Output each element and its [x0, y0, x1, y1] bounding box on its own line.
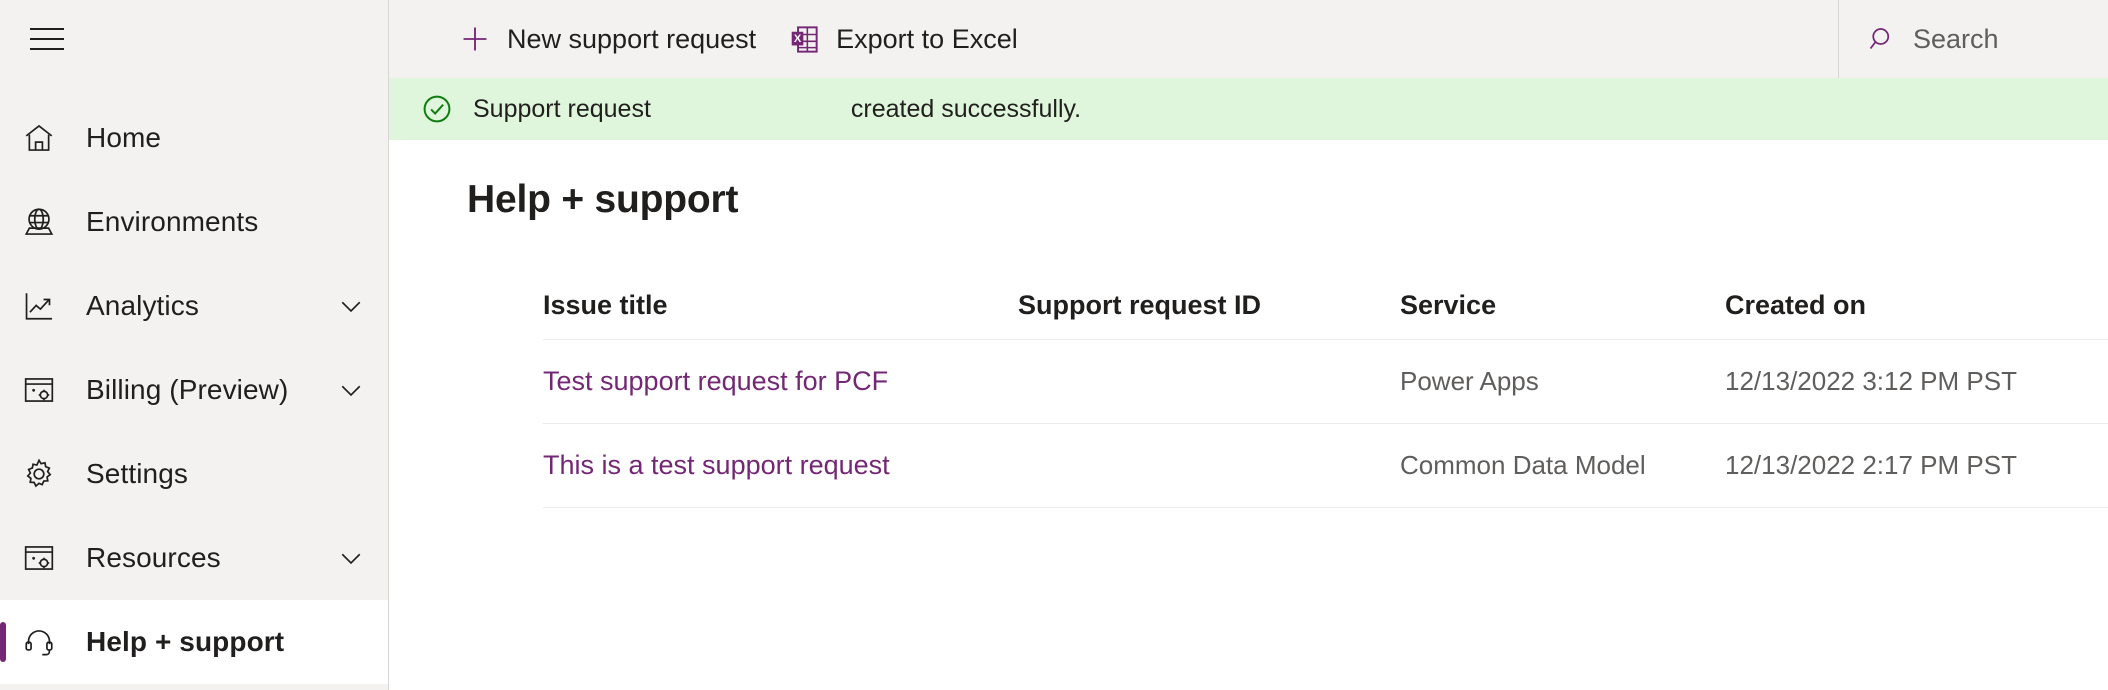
banner-message-suffix: created successfully. [850, 94, 1082, 123]
cell-issue-title: This is a test support request [543, 423, 1018, 508]
export-to-excel-label: Export to Excel [836, 23, 1018, 54]
billing-icon [22, 373, 76, 407]
content-region: Help + support Issue title Support reque… [389, 178, 2108, 508]
hamburger-icon[interactable] [20, 12, 74, 66]
cell-support-request-id [1018, 423, 1400, 508]
column-header-support-request-id[interactable]: Support request ID [1018, 290, 1400, 340]
column-header-created-on[interactable]: Created on [1725, 290, 2108, 340]
cell-service: Common Data Model [1400, 423, 1725, 508]
hamburger-container [0, 0, 388, 78]
column-header-service[interactable]: Service [1400, 290, 1725, 340]
chevron-down-icon[interactable] [336, 291, 366, 321]
table-body: Test support request for PCF Power Apps … [543, 339, 2108, 508]
globe-icon [22, 205, 76, 239]
headset-icon [22, 625, 76, 659]
sidebar-item-settings[interactable]: Settings [0, 432, 388, 516]
sidebar-item-help-support[interactable]: Help + support [0, 600, 388, 684]
issue-title-link[interactable]: Test support request for PCF [543, 366, 888, 396]
column-header-issue-title[interactable]: Issue title [543, 290, 1018, 340]
chart-line-icon [22, 289, 76, 323]
sidebar-nav-list: Home Environments Analytics Billing (Pre… [0, 96, 388, 684]
support-requests-table-container: Issue title Support request ID Service C… [543, 290, 2108, 508]
new-support-request-label: New support request [507, 23, 757, 54]
check-circle-icon [419, 93, 455, 125]
gear-icon [22, 457, 76, 491]
table-row[interactable]: This is a test support request Common Da… [543, 423, 2108, 508]
sidebar-item-label: Home [86, 122, 162, 153]
home-icon [22, 121, 76, 155]
sidebar-item-billing[interactable]: Billing (Preview) [0, 348, 388, 432]
resources-icon [22, 541, 76, 575]
search-icon [1867, 24, 1897, 54]
plus-icon [455, 23, 495, 55]
cell-service: Power Apps [1400, 339, 1725, 424]
cell-created-on: 12/13/2022 3:12 PM PST [1725, 339, 2108, 424]
cell-issue-title: Test support request for PCF [543, 339, 1018, 424]
table-header-row: Issue title Support request ID Service C… [543, 290, 2108, 340]
cell-created-on: 12/13/2022 2:17 PM PST [1725, 423, 2108, 508]
cell-support-request-id [1018, 339, 1400, 424]
excel-icon: X [784, 24, 824, 55]
banner-message-prefix: Support request [473, 94, 651, 123]
sidebar-item-environments[interactable]: Environments [0, 180, 388, 264]
support-requests-table: Issue title Support request ID Service C… [543, 290, 2108, 508]
search-input[interactable] [1913, 23, 2083, 55]
new-support-request-button[interactable]: New support request [441, 0, 770, 78]
active-indicator [0, 622, 6, 662]
chevron-down-icon[interactable] [336, 375, 366, 405]
sidebar-item-home[interactable]: Home [0, 96, 388, 180]
table-header: Issue title Support request ID Service C… [543, 290, 2108, 340]
sidebar-item-analytics[interactable]: Analytics [0, 264, 388, 348]
sidebar-item-label: Settings [86, 458, 188, 489]
sidebar-item-label: Resources [86, 542, 221, 573]
issue-title-link[interactable]: This is a test support request [543, 450, 890, 480]
svg-text:X: X [793, 33, 801, 45]
search-container[interactable] [1838, 0, 2108, 78]
sidebar-item-label: Billing (Preview) [86, 374, 289, 405]
export-to-excel-button[interactable]: X Export to Excel [770, 0, 1032, 78]
sidebar-item-label: Help + support [86, 626, 285, 657]
sidebar-item-resources[interactable]: Resources [0, 516, 388, 600]
sidebar: Home Environments Analytics Billing (Pre… [0, 0, 389, 690]
chevron-down-icon[interactable] [336, 543, 366, 573]
main-region: New support request X Export to Excel Se… [389, 0, 2108, 690]
command-bar: New support request X Export to Excel [389, 0, 2108, 78]
success-banner: Support request created successfully. [389, 78, 2108, 140]
sidebar-item-label: Environments [86, 206, 259, 237]
sidebar-item-label: Analytics [86, 290, 199, 321]
table-row[interactable]: Test support request for PCF Power Apps … [543, 339, 2108, 424]
app-root: Home Environments Analytics Billing (Pre… [0, 0, 2108, 690]
page-title: Help + support [467, 178, 739, 221]
